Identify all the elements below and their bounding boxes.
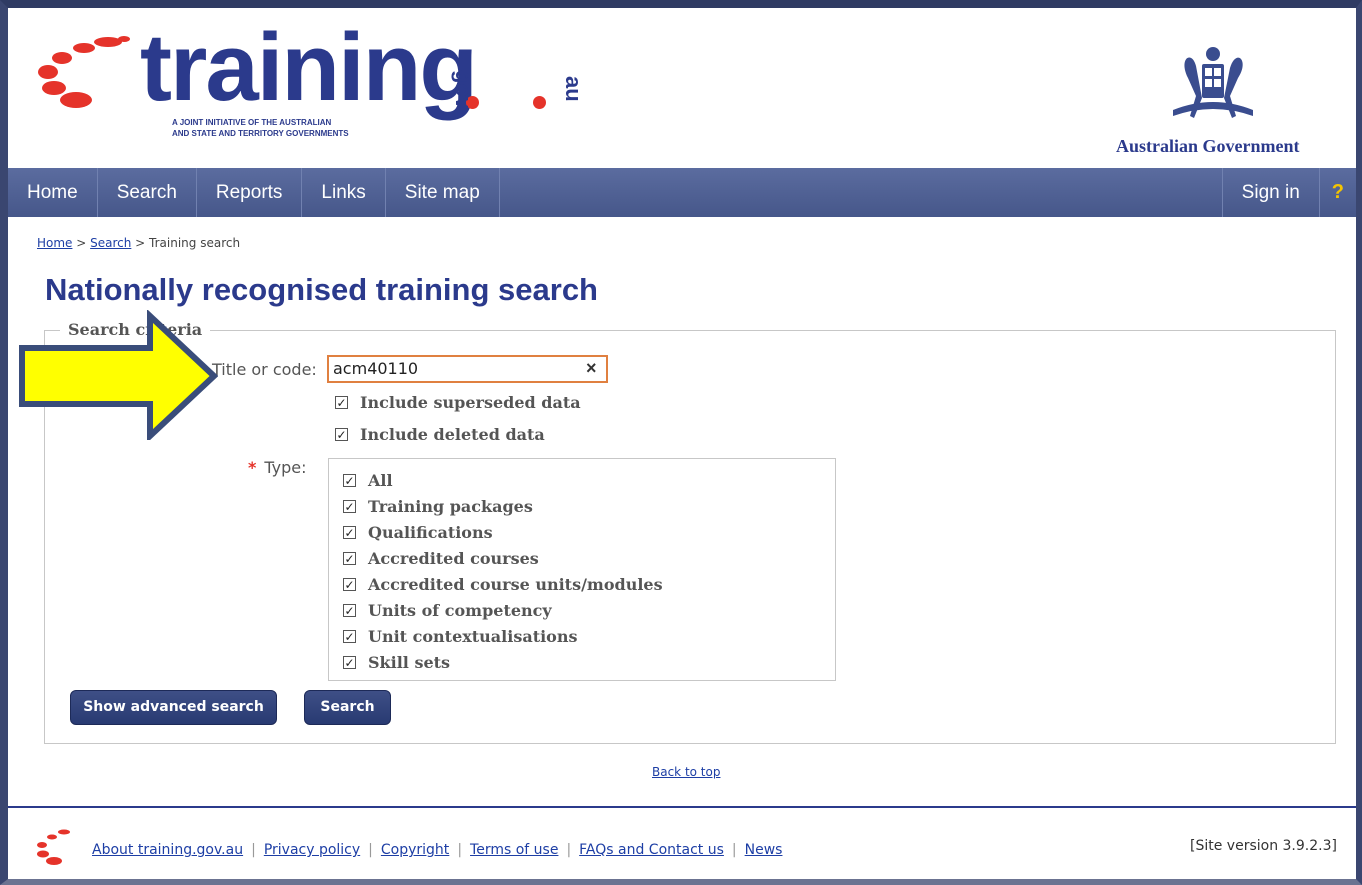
logo-au: au xyxy=(561,76,586,102)
type-option-training-packages[interactable]: ✓ Training packages xyxy=(343,497,533,516)
type-option-label: Training packages xyxy=(368,497,533,516)
include-deleted-checkbox[interactable]: ✓ xyxy=(335,428,348,441)
help-icon[interactable]: ? xyxy=(1318,168,1356,217)
nav-site-map[interactable]: Site map xyxy=(386,168,500,217)
footer-link-about[interactable]: About training.gov.au xyxy=(92,842,243,858)
footer-separator: | xyxy=(251,842,256,858)
footer-link-copyright[interactable]: Copyright xyxy=(381,842,449,858)
type-option-accredited-course-units[interactable]: ✓ Accredited course units/modules xyxy=(343,575,663,594)
include-deleted-option[interactable]: ✓ Include deleted data xyxy=(335,425,545,444)
main-navbar: Home Search Reports Links Site map Sign … xyxy=(8,168,1356,217)
footer-links: About training.gov.au | Privacy policy | Cop… xyxy=(92,842,782,858)
breadcrumb-home-link[interactable]: Home xyxy=(37,236,72,250)
type-option-skill-sets[interactable]: ✓ Skill sets xyxy=(343,653,450,672)
logo-gov: gov xyxy=(451,70,476,110)
type-options-box xyxy=(328,458,836,681)
type-option-qualifications[interactable]: ✓ Qualifications xyxy=(343,523,493,542)
type-checkbox[interactable]: ✓ xyxy=(343,500,356,513)
back-to-top-link[interactable]: Back to top xyxy=(652,765,720,779)
required-marker: * xyxy=(248,458,257,477)
site-version: [Site version 3.9.2.3] xyxy=(1190,838,1337,854)
nav-links[interactable]: Links xyxy=(302,168,386,217)
nav-search[interactable]: Search xyxy=(98,168,197,217)
show-advanced-search-button[interactable]: Show advanced search xyxy=(70,690,277,725)
include-superseded-option[interactable]: ✓ Include superseded data xyxy=(335,393,581,412)
footer-separator: | xyxy=(368,842,373,858)
breadcrumb-separator: > xyxy=(72,236,91,250)
footer-link-privacy[interactable]: Privacy policy xyxy=(264,842,360,858)
tagline-line-1: A JOINT INITIATIVE OF THE AUSTRALIAN xyxy=(172,118,332,127)
type-label-text: Type: xyxy=(264,458,307,477)
type-checkbox[interactable]: ✓ xyxy=(343,526,356,539)
title-or-code-input[interactable]: acm40110 xyxy=(327,355,608,383)
type-option-accredited-courses[interactable]: ✓ Accredited courses xyxy=(343,549,539,568)
include-superseded-checkbox[interactable]: ✓ xyxy=(335,396,348,409)
type-option-unit-contextualisations[interactable]: ✓ Unit contextualisations xyxy=(343,627,577,646)
type-option-label: Accredited courses xyxy=(368,549,539,568)
type-option-label: Accredited course units/modules xyxy=(368,575,663,594)
type-checkbox[interactable]: ✓ xyxy=(343,604,356,617)
type-option-label: Units of competency xyxy=(368,601,552,620)
type-option-label: All xyxy=(368,471,393,490)
training-logo-wordmark: training xyxy=(140,14,478,121)
include-superseded-label: Include superseded data xyxy=(360,393,581,412)
nav-home[interactable]: Home xyxy=(8,168,98,217)
coat-of-arms-icon xyxy=(1173,47,1253,118)
footer-separator: | xyxy=(457,842,463,858)
yellow-arrow-icon xyxy=(19,310,218,440)
footer-link-terms[interactable]: Terms of use xyxy=(470,842,558,858)
footer-separator: | xyxy=(731,842,737,858)
type-checkbox[interactable]: ✓ xyxy=(343,578,356,591)
include-deleted-label: Include deleted data xyxy=(360,425,545,444)
breadcrumb-search-link[interactable]: Search xyxy=(90,236,131,250)
australian-government-label: Australian Government xyxy=(1116,136,1300,156)
footer-divider xyxy=(8,806,1356,808)
footer-logo-dots-icon xyxy=(37,829,70,865)
logo-red-dot xyxy=(533,96,546,109)
type-option-label: Qualifications xyxy=(368,523,493,542)
clear-input-icon[interactable]: × xyxy=(586,358,597,379)
type-option-label: Skill sets xyxy=(368,653,451,672)
footer-link-news[interactable]: News xyxy=(745,842,783,858)
nav-right-group: Sign in ? xyxy=(1221,168,1356,217)
breadcrumb: Home > Search > Training search xyxy=(37,236,240,250)
type-option-label: Unit contextualisations xyxy=(368,627,578,646)
breadcrumb-current: Training search xyxy=(149,236,241,250)
type-option-all[interactable]: ✓ All xyxy=(343,471,393,490)
search-button[interactable]: Search xyxy=(304,690,391,725)
sign-in-link[interactable]: Sign in xyxy=(1221,168,1319,217)
training-logo-dots-icon xyxy=(38,36,130,108)
logo-tagline: A JOINT INITIATIVE OF THE AUSTRALIAN AND… xyxy=(172,117,349,139)
type-checkbox[interactable]: ✓ xyxy=(343,474,356,487)
breadcrumb-separator: > xyxy=(131,236,150,250)
page-title: Nationally recognised training search xyxy=(45,272,598,307)
type-checkbox[interactable]: ✓ xyxy=(343,630,356,643)
footer-link-faqs[interactable]: FAQs and Contact us xyxy=(579,842,724,858)
type-checkbox[interactable]: ✓ xyxy=(343,552,356,565)
type-checkbox[interactable]: ✓ xyxy=(343,656,356,669)
footer-separator: | xyxy=(566,842,572,858)
type-option-units-of-competency[interactable]: ✓ Units of competency xyxy=(343,601,552,620)
title-or-code-label: Title or code: xyxy=(212,360,317,379)
type-label: * Type: xyxy=(248,458,307,477)
site-header: training gov au A JOINT INITIATIVE OF TH… xyxy=(8,8,1356,168)
tagline-line-2: AND STATE AND TERRITORY GOVERNMENTS xyxy=(172,129,349,138)
nav-reports[interactable]: Reports xyxy=(197,168,303,217)
